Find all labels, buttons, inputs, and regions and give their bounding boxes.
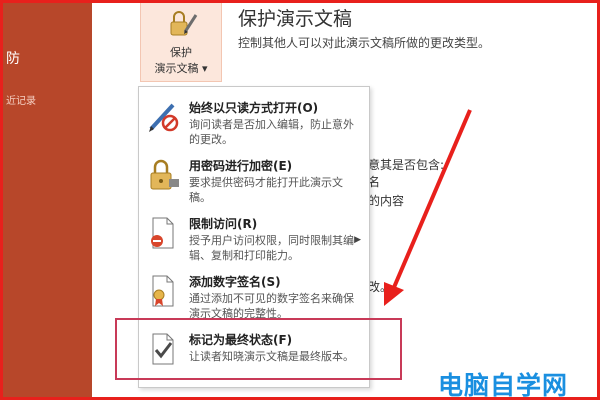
annotation-arrow [384, 109, 472, 306]
watermark-text: 电脑自学网 [438, 371, 569, 400]
